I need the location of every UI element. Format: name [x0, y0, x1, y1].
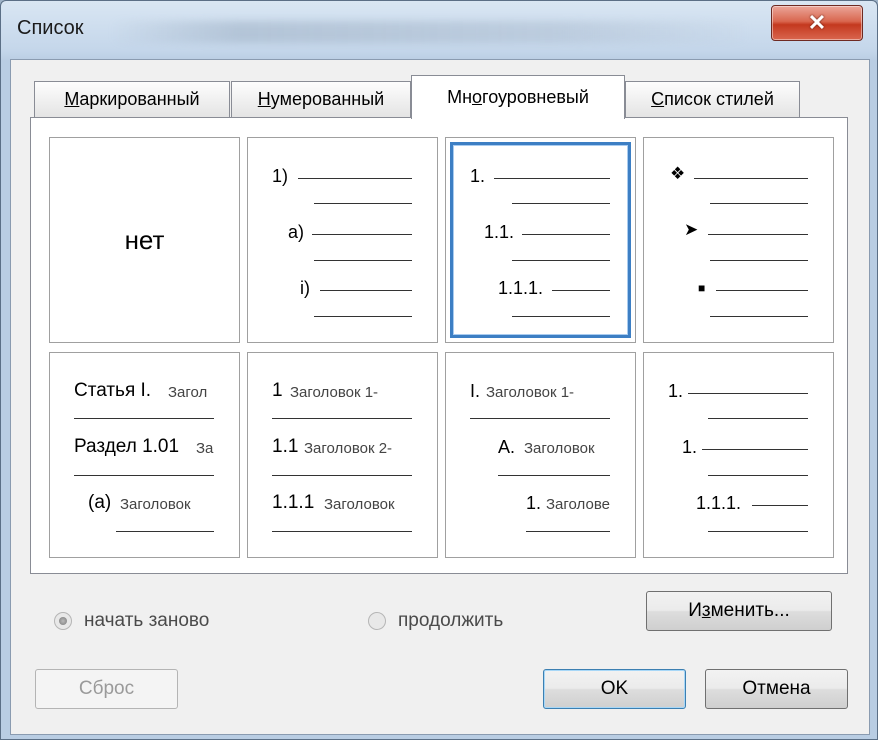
tile-line	[708, 418, 808, 419]
tile-line	[708, 234, 808, 235]
dialog-client: Маркированный Нумерованный Мн о гоуровневы…	[10, 59, 870, 735]
tile-level2-heading: Заголовок	[524, 440, 595, 457]
list-tile-heading-decimal[interactable]: 1 Заголовок 1- 1.1 Заголовок 2- 1.1.1 За…	[247, 352, 438, 558]
tile-line	[752, 505, 808, 506]
list-tile-paren[interactable]: 1) a) i)	[247, 137, 438, 343]
tile-line	[716, 290, 808, 291]
tile-line	[116, 531, 214, 532]
list-tile-decimal-flat[interactable]: 1. 1. 1.1.1.	[643, 352, 834, 558]
radio-dot	[368, 612, 386, 630]
tile-line	[512, 203, 610, 204]
list-tile-article-section[interactable]: Статья I. Загол Раздел 1.01 За (a) Загол…	[49, 352, 240, 558]
tile-level3-heading: Заголовок	[324, 496, 395, 513]
tile-level2-number: A.	[498, 437, 516, 457]
radio-dot	[54, 612, 72, 630]
list-dialog: Список ✕ Маркированный Нумерованный Мн о г…	[0, 0, 878, 740]
list-tile-bullets[interactable]: ❖ ➤ ■	[643, 137, 834, 343]
list-gallery-panel: нет 1) a) i) 1. 1.1. 1.1.1. ❖ ➤ ■ Статья…	[30, 117, 848, 574]
tile-level1-heading: Заголовок 1-	[486, 384, 575, 401]
tile-line	[688, 393, 808, 394]
tab-bulleted[interactable]: Маркированный	[34, 81, 230, 117]
tile-level3-number: 1.1.1.	[498, 278, 544, 298]
tile-line	[470, 418, 610, 419]
tile-level1-number: 1	[272, 380, 283, 401]
tile-line	[320, 290, 412, 291]
tile-line	[708, 475, 808, 476]
tab-list-styles[interactable]: Список стилей	[625, 81, 800, 117]
tile-line	[272, 531, 412, 532]
tile-level3-number: 1.1.1	[272, 492, 315, 513]
modify-button[interactable]: Из менить...	[646, 591, 832, 631]
ok-button[interactable]: OK	[543, 669, 686, 709]
tile-level1-number: 1.	[470, 166, 486, 186]
tab-numbered[interactable]: Нумерованный	[231, 81, 411, 117]
tile-line	[710, 203, 808, 204]
tile-line	[312, 234, 412, 235]
restart-numbering-label: начать заново	[84, 610, 210, 631]
cancel-button[interactable]: Отмена	[705, 669, 848, 709]
continue-numbering-label: продолжить	[398, 610, 504, 631]
restart-numbering-radio[interactable]: начать заново	[54, 610, 209, 632]
tile-level2-number: 1.	[682, 437, 698, 457]
tile-line	[498, 475, 610, 476]
tile-line	[494, 178, 610, 179]
tile-level1-number: I.	[470, 381, 481, 401]
tile-line	[522, 234, 610, 235]
titlebar[interactable]: Список ✕	[1, 1, 877, 57]
tile-line	[694, 178, 808, 179]
tile-level1-heading: Заголовок 1-	[290, 384, 379, 401]
tile-level2-number: Раздел 1.01	[74, 436, 180, 457]
tile-level2-number: 1.1.	[484, 222, 515, 242]
close-button[interactable]: ✕	[771, 5, 863, 41]
tile-level3-number: (a)	[88, 492, 112, 513]
tile-none-label: нет	[124, 224, 165, 255]
tile-line	[74, 418, 214, 419]
tile-level3-number: 1.1.1.	[696, 493, 742, 513]
tile-line	[298, 178, 412, 179]
tile-line	[74, 475, 214, 476]
tile-level1-number: 1.	[668, 381, 684, 401]
tile-level3-number: i)	[300, 278, 310, 298]
tile-level2-heading: Заголовок 2-	[304, 440, 393, 457]
tile-level2-number: 1.1	[272, 436, 299, 457]
reset-button[interactable]: Сброс	[35, 669, 178, 709]
tile-level2-heading: За	[196, 440, 214, 457]
square-bullet-icon: ■	[698, 281, 706, 295]
tile-level1-number: Статья I.	[74, 380, 152, 401]
tile-line	[272, 475, 412, 476]
tab-multilevel[interactable]: Мн о гоуровневый	[411, 75, 625, 119]
continue-numbering-radio[interactable]: продолжить	[368, 610, 503, 632]
tile-line	[710, 316, 808, 317]
tile-line	[314, 260, 412, 261]
tile-line	[710, 260, 808, 261]
tile-line	[512, 260, 610, 261]
list-tile-decimal-selected[interactable]: 1. 1.1. 1.1.1.	[445, 137, 636, 343]
tile-line	[708, 531, 808, 532]
list-tile-none[interactable]: нет	[49, 137, 240, 343]
tile-level1-heading: Загол	[168, 384, 208, 401]
tile-line	[512, 316, 610, 317]
tile-line	[272, 418, 412, 419]
blurred-background-text	[111, 21, 751, 43]
tile-level2-number: a)	[288, 222, 305, 242]
list-tile-heading-roman[interactable]: I. Заголовок 1- A. Заголовок 1. Заголове	[445, 352, 636, 558]
window-title: Список	[17, 17, 84, 39]
tile-line	[552, 290, 610, 291]
tile-level3-number: 1.	[526, 493, 542, 513]
arrow-bullet-icon: ➤	[684, 220, 699, 239]
tile-level3-heading: Заголовок	[120, 496, 191, 513]
tile-line	[314, 203, 412, 204]
tile-line	[702, 449, 808, 450]
tile-level1-number: 1)	[272, 166, 289, 186]
tile-line	[314, 316, 412, 317]
four-diamond-bullet-icon: ❖	[670, 164, 686, 183]
tile-level3-heading: Заголове	[546, 496, 610, 513]
tile-line	[526, 531, 610, 532]
close-icon: ✕	[807, 10, 827, 35]
